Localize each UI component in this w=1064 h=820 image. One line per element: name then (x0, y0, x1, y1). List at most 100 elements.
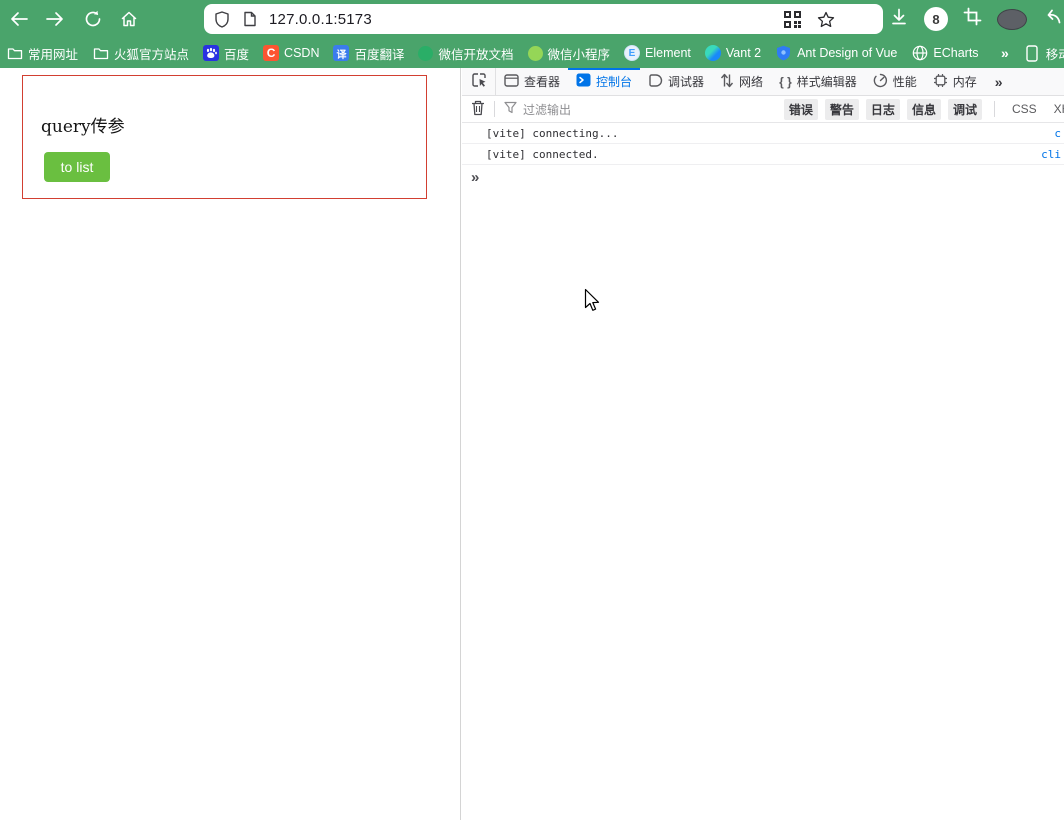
devtools-more-tabs-chevron-icon[interactable]: » (985, 68, 1013, 95)
console-input-row[interactable]: » (462, 165, 1064, 190)
home-button[interactable] (114, 4, 144, 34)
phone-icon (1024, 44, 1041, 62)
console-log-row: [vite] connecting... c (462, 123, 1064, 144)
bookmark-wechat-miniprogram[interactable]: 微信小程序 (527, 44, 611, 63)
tab-label: 内存 (952, 75, 977, 89)
bookmark-label: 常用网址 (28, 47, 79, 62)
screenshot-crop-icon[interactable] (963, 7, 982, 31)
element-picker-icon (471, 72, 487, 91)
filter-errors-button[interactable]: 错误 (783, 98, 818, 120)
bookmark-label: 微信小程序 (547, 47, 611, 62)
url-bar[interactable]: 127.0.0.1:5173 (204, 4, 883, 34)
translate-icon: 译 (333, 45, 350, 61)
pick-element-button[interactable] (462, 68, 496, 95)
url-text[interactable]: 127.0.0.1:5173 (269, 11, 372, 28)
echarts-icon (911, 45, 928, 62)
bookmark-baidu-translate[interactable]: 译 百度翻译 (333, 44, 404, 63)
bookmark-label: Vant 2 (725, 46, 762, 60)
tab-console[interactable]: 控制台 (568, 68, 641, 95)
tab-label: 控制台 (596, 75, 633, 89)
home-icon (120, 10, 138, 28)
back-button[interactable] (4, 4, 34, 34)
query-param-panel: query传参 to list (22, 75, 427, 199)
console-log-row: [vite] connected. cli (462, 144, 1064, 165)
clear-console-button[interactable] (462, 100, 494, 119)
trash-icon (471, 100, 485, 119)
bookmark-vant[interactable]: Vant 2 (704, 45, 762, 61)
bookmark-ant-design-vue[interactable]: Ant Design of Vue (775, 45, 897, 62)
bookmark-label: 百度 (224, 47, 250, 62)
page-info-icon[interactable] (243, 11, 257, 27)
filter-debug-button[interactable]: 调试 (947, 98, 982, 120)
folder-icon (92, 45, 109, 62)
tab-performance[interactable]: 性能 (865, 68, 925, 95)
tab-style-editor[interactable]: { } 样式编辑器 (771, 68, 865, 95)
shield-icon[interactable] (214, 10, 230, 28)
bookmark-csdn[interactable]: C CSDN (263, 45, 319, 61)
bookmark-label: 微信开放文档 (438, 47, 514, 62)
filter-css-toggle[interactable]: CSS (1007, 102, 1042, 116)
extension-dark-icon[interactable] (997, 8, 1027, 30)
ant-design-icon (775, 45, 792, 62)
bookmark-label: Ant Design of Vue (797, 46, 898, 60)
csdn-icon: C (263, 45, 280, 61)
reload-icon (84, 10, 102, 28)
filter-xhr-toggle[interactable]: XHR (1049, 102, 1064, 116)
bookmark-folder-firefox[interactable]: 火狐官方站点 (92, 44, 189, 63)
tab-debugger[interactable]: 调试器 (640, 68, 712, 95)
light-green-dot-icon (527, 45, 543, 61)
debugger-icon (648, 73, 663, 90)
devtools-panel: 查看器 控制台 调试器 网络 { } 样式编辑器 性能 内存 » 过滤输出 错误… (462, 68, 1064, 820)
bookmark-star-icon[interactable] (817, 11, 835, 28)
filter-logs-button[interactable]: 日志 (865, 98, 900, 120)
page-viewport: query传参 to list (0, 68, 461, 820)
vant-icon (704, 45, 721, 61)
console-prompt-chevron-icon: » (471, 169, 479, 186)
forward-button[interactable] (40, 4, 70, 34)
toolbar-right-icons: 8 (889, 7, 1064, 32)
tab-memory[interactable]: 内存 (925, 68, 985, 95)
qr-code-icon[interactable] (784, 10, 801, 28)
console-source-link[interactable]: c (1054, 127, 1061, 140)
bookmark-wechat-docs[interactable]: 微信开放文档 (418, 44, 514, 63)
page-title: query传参 (41, 117, 125, 137)
memory-chip-icon (933, 73, 948, 91)
bookmark-label: 移动 (1045, 47, 1064, 62)
tab-label: 性能 (892, 75, 917, 89)
toolbar-divider (494, 101, 495, 117)
browser-chrome: 127.0.0.1:5173 8 常用网址 火狐官方站点 百度 C CSDN 译… (0, 0, 1064, 68)
folder-icon (6, 45, 23, 62)
filter-output-input[interactable]: 过滤输出 (504, 101, 571, 118)
filter-info-button[interactable]: 信息 (906, 98, 941, 120)
bookmark-folder-changyong[interactable]: 常用网址 (6, 44, 78, 63)
forward-icon (46, 11, 64, 27)
bookmark-label: ECharts (933, 46, 979, 60)
bookmarks-overflow-chevron-icon[interactable]: » (1001, 45, 1009, 61)
to-list-button[interactable]: to list (44, 152, 110, 182)
filter-warnings-button[interactable]: 警告 (824, 98, 859, 120)
baidu-icon (203, 45, 220, 61)
console-icon (576, 73, 591, 90)
extension-arrow-icon[interactable] (1042, 7, 1062, 31)
downloads-icon[interactable] (889, 7, 909, 32)
bookmark-label: Element (645, 46, 691, 60)
tab-inspector[interactable]: 查看器 (496, 68, 568, 95)
element-icon: E (624, 45, 641, 61)
inspector-icon (504, 73, 519, 90)
tab-network[interactable]: 网络 (712, 68, 771, 95)
bookmark-label: CSDN (284, 46, 320, 60)
bookmark-mobile[interactable]: 移动 (1024, 44, 1064, 63)
tab-label: 查看器 (524, 75, 561, 89)
performance-icon (873, 73, 888, 91)
bookmark-element[interactable]: E Element (624, 45, 691, 61)
bookmark-echarts[interactable]: ECharts (911, 45, 979, 62)
green-dot-icon (418, 45, 434, 61)
bookmark-baidu[interactable]: 百度 (203, 44, 249, 63)
network-icon (720, 73, 734, 91)
bookmarks-toolbar: 常用网址 火狐官方站点 百度 C CSDN 译 百度翻译 微信开放文档 微信小程… (0, 38, 1000, 68)
filter-placeholder: 过滤输出 (523, 102, 572, 117)
extension-badge-8[interactable]: 8 (924, 7, 948, 31)
navigation-toolbar: 127.0.0.1:5173 8 (0, 0, 1064, 38)
reload-button[interactable] (78, 4, 108, 34)
console-source-link[interactable]: cli (1041, 148, 1061, 161)
